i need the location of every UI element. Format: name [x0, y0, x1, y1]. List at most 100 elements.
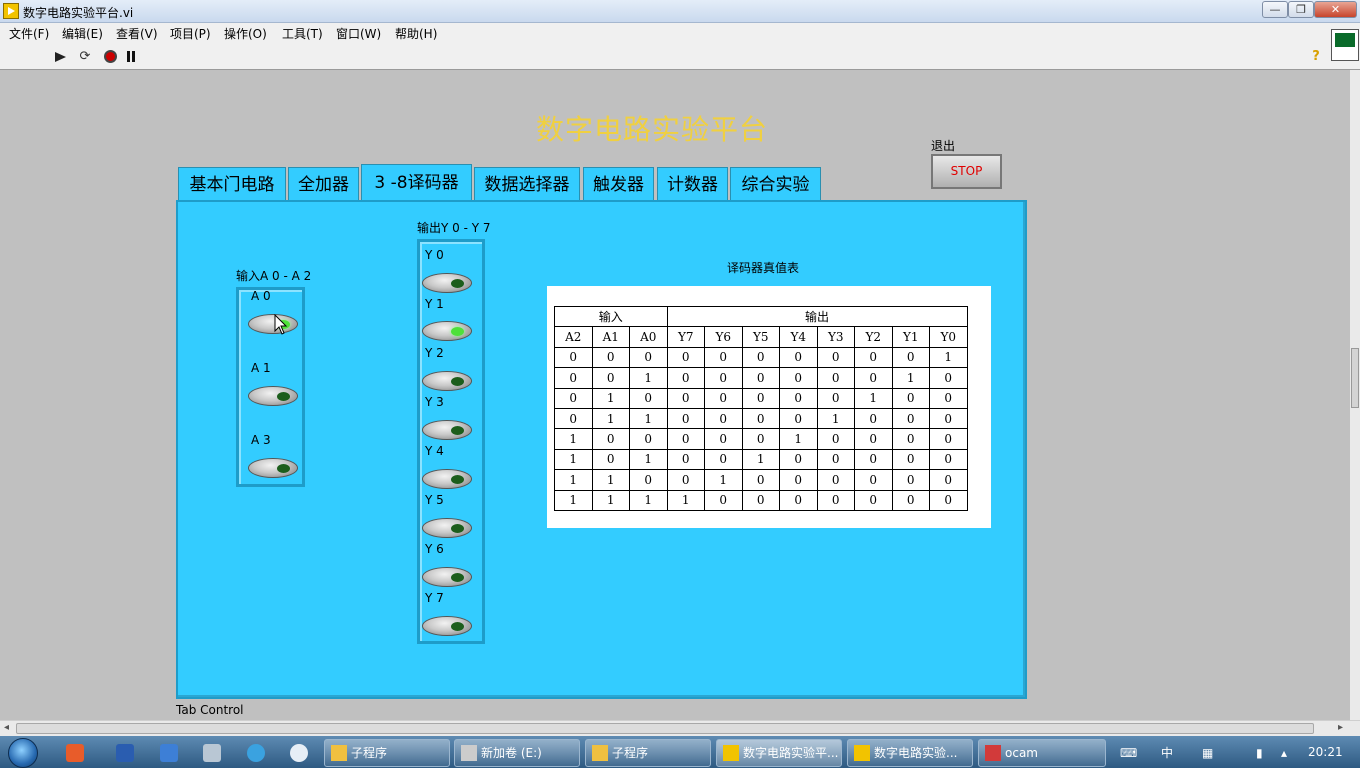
battery-icon[interactable]: ▮ [1256, 746, 1270, 760]
skype-icon[interactable] [247, 744, 265, 762]
table-cell: 0 [666, 346, 705, 369]
column-header-y4: Y4 [779, 326, 818, 348]
tab-decoder[interactable]: 3 -8译码器 [361, 164, 472, 204]
keyboard-icon[interactable]: ⌨ [1120, 746, 1137, 760]
menu-help[interactable]: 帮助(H) [395, 25, 437, 42]
table-cell: 0 [779, 387, 818, 409]
table-cell: 0 [779, 469, 818, 491]
tab-counter[interactable]: 计数器 [657, 167, 728, 201]
taskbar-button-ocam[interactable]: ocam [978, 739, 1106, 767]
table-cell: 0 [741, 367, 780, 389]
table-cell: 0 [816, 428, 855, 450]
show-hidden-icon[interactable]: ▴ [1281, 746, 1295, 760]
input-a1-switch[interactable] [248, 386, 298, 406]
maximize-button[interactable]: ❐ [1288, 1, 1314, 18]
minimize-button[interactable]: — [1262, 1, 1288, 18]
network-icon[interactable]: ▦ [1202, 746, 1216, 760]
menu-project[interactable]: 项目(P) [170, 25, 211, 42]
truth-table-header-row: A2 A1 A0 Y7 Y6 Y5 Y4 Y3 Y2 Y1 Y0 [554, 326, 968, 348]
run-icon[interactable] [55, 50, 69, 64]
quicklaunch-app-icon[interactable] [66, 744, 84, 762]
tab-comprehensive[interactable]: 综合实验 [730, 167, 821, 201]
column-header-y5: Y5 [741, 326, 780, 348]
word-icon[interactable] [116, 744, 134, 762]
tab-multiplexer[interactable]: 数据选择器 [474, 167, 580, 201]
table-cell: 0 [629, 469, 668, 491]
help-icon[interactable]: ? [1309, 50, 1323, 64]
table-cell: 0 [591, 346, 630, 369]
abort-icon[interactable] [104, 50, 117, 63]
horizontal-scrollbar[interactable]: ◂ ▸ [0, 720, 1360, 736]
close-button[interactable]: ✕ [1314, 1, 1357, 18]
scroll-left-icon[interactable]: ◂ [4, 722, 9, 733]
truth-table-group-row: 输入 输出 [554, 305, 968, 328]
tab-control-label: Tab Control [176, 703, 244, 717]
menu-operate[interactable]: 操作(O) [224, 25, 267, 42]
taskbar-button-label: 数字电路实验... [874, 746, 958, 760]
table-cell: 1 [891, 367, 930, 389]
table-row: 11110000000 [554, 489, 968, 511]
table-cell: 1 [591, 387, 630, 409]
menu-window[interactable]: 窗口(W) [336, 25, 381, 42]
table-cell: 0 [629, 387, 668, 409]
run-continuously-icon[interactable]: ⟳ [78, 50, 92, 64]
table-cell: 1 [854, 387, 893, 409]
table-cell: 0 [741, 407, 780, 430]
scroll-right-icon[interactable]: ▸ [1338, 722, 1343, 733]
horizontal-scroll-thumb[interactable] [16, 723, 1314, 734]
camera-icon[interactable] [290, 744, 308, 762]
led-lamp [451, 426, 464, 435]
network-tool-icon[interactable] [203, 744, 221, 762]
table-cell: 1 [629, 448, 668, 471]
tab-flip-flop[interactable]: 触发器 [583, 167, 654, 201]
table-cell: 0 [891, 448, 930, 471]
input-a0-switch[interactable] [248, 314, 298, 334]
taskbar-button-drive-e[interactable]: 新加卷 (E:) [454, 739, 580, 767]
taskbar-button-labview-1[interactable]: 数字电路实验平... [716, 739, 842, 767]
table-cell: 1 [554, 489, 593, 511]
led-lamp [451, 475, 464, 484]
taskbar-button-subprogram-2[interactable]: 子程序 [585, 739, 711, 767]
table-cell: 1 [929, 346, 968, 369]
table-cell: 0 [704, 448, 743, 471]
menu-tools[interactable]: 工具(T) [282, 25, 323, 42]
table-row: 01100001000 [554, 407, 968, 430]
table-cell: 0 [554, 387, 593, 409]
table-cell: 0 [741, 489, 780, 511]
table-cell: 1 [554, 448, 593, 471]
drive-icon [461, 745, 477, 761]
taskbar-button-subprogram-1[interactable]: 子程序 [324, 739, 450, 767]
column-header-y6: Y6 [704, 326, 743, 348]
ime-indicator[interactable]: 中 [1161, 746, 1175, 760]
table-cell: 0 [929, 407, 968, 430]
table-row: 11001000000 [554, 469, 968, 491]
table-cell: 0 [929, 428, 968, 450]
input-a2-switch[interactable] [248, 458, 298, 478]
panel-title: 数字电路实验平台 [536, 113, 769, 146]
clock[interactable]: 20:21 [1308, 745, 1343, 759]
tab-basic-gates[interactable]: 基本门电路 [178, 167, 286, 201]
menu-view[interactable]: 查看(V) [116, 25, 158, 42]
taskbar-button-labview-2[interactable]: 数字电路实验... [847, 739, 973, 767]
pause-icon[interactable] [126, 50, 140, 64]
output-y4-led [422, 469, 472, 489]
column-header-a0: A0 [629, 326, 668, 348]
stop-button[interactable]: STOP [931, 154, 1002, 189]
output-group-label: 输出Y 0 - Y 7 [417, 221, 491, 235]
table-cell: 0 [779, 346, 818, 369]
tab-full-adder[interactable]: 全加器 [288, 167, 359, 201]
labview-icon [723, 745, 739, 761]
table-cell: 1 [666, 489, 705, 511]
table-cell: 0 [704, 428, 743, 450]
table-row: 10100100000 [554, 448, 968, 471]
taskbar-button-label: 子程序 [612, 746, 649, 760]
table-cell: 0 [854, 407, 893, 430]
quicklaunch-u-icon[interactable] [160, 744, 178, 762]
menu-file[interactable]: 文件(F) [9, 25, 49, 42]
menu-edit[interactable]: 编辑(E) [62, 25, 103, 42]
start-button[interactable] [8, 738, 38, 768]
output-y2-label: Y 2 [425, 346, 444, 360]
vertical-scrollbar[interactable] [1350, 70, 1360, 720]
vertical-scroll-thumb[interactable] [1351, 348, 1359, 408]
table-cell: 0 [666, 367, 705, 389]
